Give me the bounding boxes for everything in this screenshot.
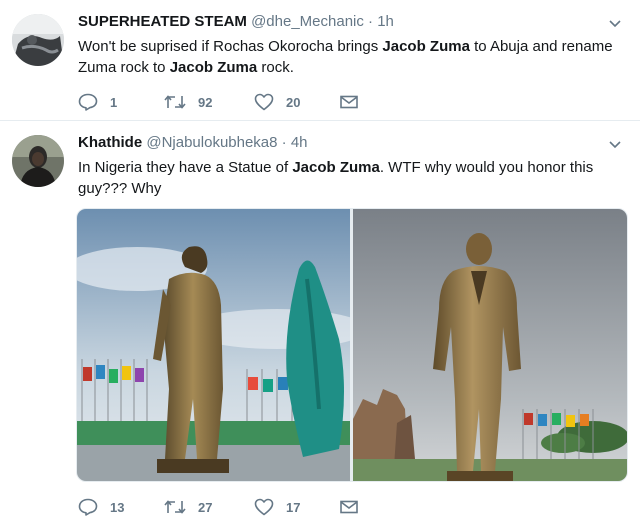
retweet-count: 27 <box>198 499 213 515</box>
tweet-header: SUPERHEATED STEAM @dhe_Mechanic · 1h <box>78 12 600 32</box>
reply-button[interactable]: 13 <box>78 497 124 517</box>
heart-icon <box>254 498 274 516</box>
tweet[interactable]: SUPERHEATED STEAM @dhe_Mechanic · 1h Won… <box>0 0 640 121</box>
direct-message-button[interactable] <box>340 497 370 517</box>
reply-button[interactable]: 1 <box>78 92 117 112</box>
reply-icon <box>78 93 98 111</box>
envelope-icon <box>340 95 358 109</box>
retweet-button[interactable]: 27 <box>164 497 212 517</box>
photo-statue-with-draped-figure[interactable] <box>77 209 350 481</box>
separator-dot: · <box>281 134 287 151</box>
tweet[interactable]: Khathide @Njabulokubheka8 · 4h In Nigeri… <box>0 121 640 526</box>
user-handle[interactable]: @dhe_Mechanic <box>251 13 364 30</box>
like-count: 20 <box>286 94 301 110</box>
media-grid[interactable] <box>76 208 628 482</box>
chevron-down-icon[interactable] <box>608 137 622 151</box>
separator-dot: · <box>368 13 374 30</box>
text-segment: In Nigeria they have a Statue of <box>78 159 293 176</box>
text-segment: Won't be suprised if Rochas Okorocha bri… <box>78 38 383 55</box>
reply-icon <box>78 498 98 516</box>
tweet-actions: 13 27 17 <box>78 497 598 517</box>
tweet-text: Won't be suprised if Rochas Okorocha bri… <box>78 36 626 78</box>
timestamp[interactable]: 1h <box>377 13 394 30</box>
text-segment: rock. <box>257 59 294 76</box>
retweet-icon <box>164 95 186 109</box>
envelope-icon <box>340 500 358 514</box>
like-count: 17 <box>286 499 301 515</box>
reply-count: 1 <box>110 94 118 110</box>
tweet-text: In Nigeria they have a Statue of Jacob Z… <box>78 157 626 199</box>
highlighted-term: Jacob Zuma <box>292 159 380 176</box>
display-name[interactable]: Khathide <box>78 134 142 151</box>
tweet-header: Khathide @Njabulokubheka8 · 4h <box>78 133 600 153</box>
display-name[interactable]: SUPERHEATED STEAM <box>78 13 247 30</box>
direct-message-button[interactable] <box>340 92 370 112</box>
heart-icon <box>254 93 274 111</box>
user-handle[interactable]: @Njabulokubheka8 <box>146 134 277 151</box>
avatar[interactable] <box>12 14 64 66</box>
retweet-count: 92 <box>198 94 213 110</box>
reply-count: 13 <box>110 499 125 515</box>
avatar[interactable] <box>12 135 64 187</box>
retweet-icon <box>164 500 186 514</box>
like-button[interactable]: 20 <box>254 92 300 112</box>
retweet-button[interactable]: 92 <box>164 92 212 112</box>
like-button[interactable]: 17 <box>254 497 300 517</box>
photo-standing-statue[interactable] <box>353 209 627 481</box>
tweet-actions: 1 92 20 <box>78 92 598 112</box>
highlighted-term: Jacob Zuma <box>169 59 258 76</box>
timestamp[interactable]: 4h <box>291 134 308 151</box>
chevron-down-icon[interactable] <box>608 16 622 30</box>
highlighted-term: Jacob Zuma <box>382 38 470 55</box>
